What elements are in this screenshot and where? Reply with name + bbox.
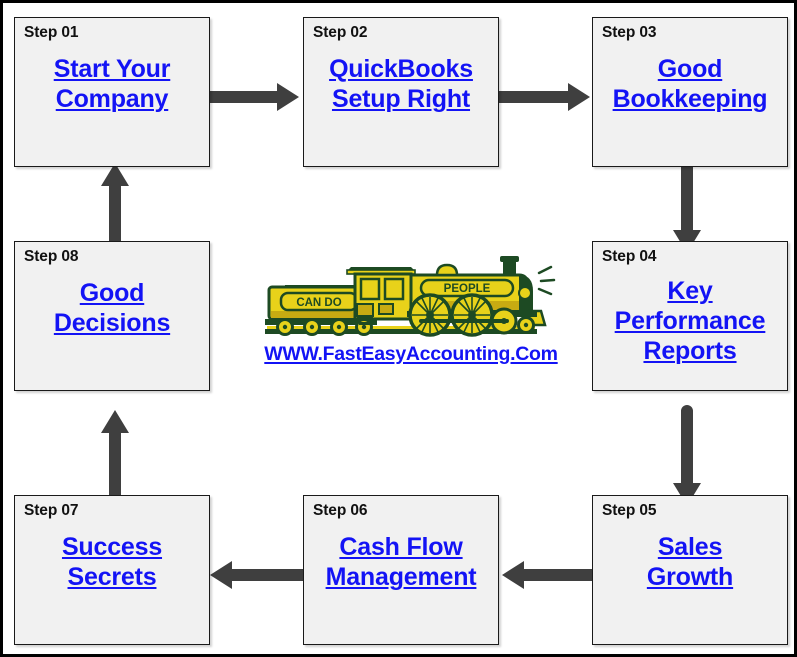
step-box-step-04[interactable]: Step 04 Key Performance Reports xyxy=(592,241,788,391)
step-box-step-06[interactable]: Step 06 Cash Flow Management xyxy=(303,495,499,645)
step-title[interactable]: Cash Flow Management xyxy=(304,532,498,592)
brand-logo-block[interactable]: CAN DO PEOPLE WWW.FastEasyAccounting.Com xyxy=(251,249,571,365)
step-title-line: Good xyxy=(657,55,723,83)
step-title[interactable]: Good Bookkeeping xyxy=(593,54,787,114)
arrow-step-05-to-step-06 xyxy=(498,558,602,592)
step-label: Step 06 xyxy=(313,502,368,519)
step-label: Step 01 xyxy=(24,24,79,41)
step-label: Step 04 xyxy=(602,248,657,265)
step-label: Step 05 xyxy=(602,502,657,519)
step-title-line: QuickBooks xyxy=(329,55,473,83)
step-title-line: Good xyxy=(79,279,145,307)
step-box-step-02[interactable]: Step 02 QuickBooks Setup Right xyxy=(303,17,499,167)
step-title[interactable]: Key Performance Reports xyxy=(593,276,787,366)
step-title[interactable]: Success Secrets xyxy=(15,532,209,592)
step-title-line: Success xyxy=(61,533,163,561)
step-label: Step 03 xyxy=(602,24,657,41)
step-title-line: Secrets xyxy=(67,563,157,591)
step-label: Step 02 xyxy=(313,24,368,41)
step-title[interactable]: QuickBooks Setup Right xyxy=(304,54,498,114)
step-title-line: Setup Right xyxy=(331,85,471,113)
step-box-step-07[interactable]: Step 07 Success Secrets xyxy=(14,495,210,645)
tender-text: CAN DO xyxy=(296,297,341,309)
step-title-line: Growth xyxy=(646,563,734,591)
step-title-line: Key xyxy=(667,277,713,305)
boiler-text: PEOPLE xyxy=(444,283,491,295)
step-title-line: Cash Flow xyxy=(339,533,463,561)
step-title[interactable]: Good Decisions xyxy=(15,278,209,338)
step-title-line: Performance xyxy=(614,307,766,335)
diagram-canvas: Step 01 Start Your Company Step 02 Quick… xyxy=(0,0,797,657)
step-title[interactable]: Sales Growth xyxy=(593,532,787,592)
step-title-line: Reports xyxy=(643,337,737,365)
arrow-step-01-to-step-02 xyxy=(199,80,303,114)
step-title-line: Start Your xyxy=(53,55,171,83)
brand-url-link[interactable]: WWW.FastEasyAccounting.Com xyxy=(251,343,571,365)
step-title-line: Sales xyxy=(657,533,723,561)
step-label: Step 07 xyxy=(24,502,79,519)
step-box-step-01[interactable]: Step 01 Start Your Company xyxy=(14,17,210,167)
step-title-line: Bookkeeping xyxy=(612,85,768,113)
step-title-line: Management xyxy=(325,563,477,591)
arrow-step-02-to-step-03 xyxy=(490,80,594,114)
step-box-step-05[interactable]: Step 05 Sales Growth xyxy=(592,495,788,645)
step-title-line: Decisions xyxy=(53,309,171,337)
step-title-line: Company xyxy=(55,85,169,113)
arrow-step-06-to-step-07 xyxy=(206,558,310,592)
step-label: Step 08 xyxy=(24,248,79,265)
step-title[interactable]: Start Your Company xyxy=(15,54,209,114)
steam-locomotive-icon: CAN DO PEOPLE xyxy=(265,256,556,337)
step-box-step-08[interactable]: Step 08 Good Decisions xyxy=(14,241,210,391)
step-box-step-03[interactable]: Step 03 Good Bookkeeping xyxy=(592,17,788,167)
